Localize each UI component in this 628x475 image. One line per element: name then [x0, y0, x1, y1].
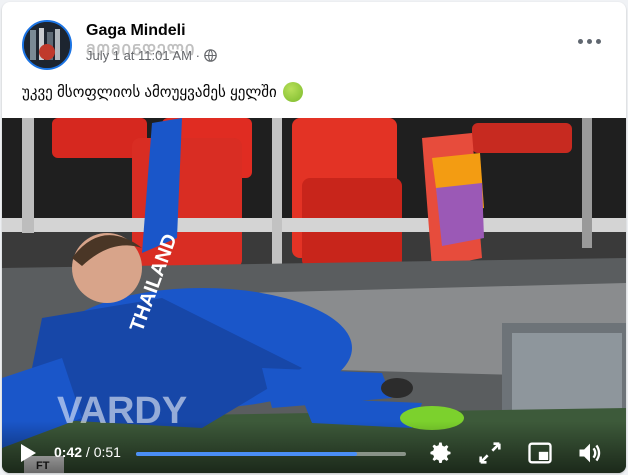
avatar[interactable]	[22, 20, 72, 70]
globe-icon	[204, 49, 217, 62]
more-dot	[595, 38, 601, 44]
video-frame: THAILAND VARDY FT	[2, 118, 626, 473]
nauseated-face-emoji-icon	[282, 82, 303, 102]
picture-in-picture-icon[interactable]	[526, 439, 554, 467]
post-author[interactable]: Gaga Mindeli	[86, 22, 186, 40]
more-options-button[interactable]	[574, 30, 604, 52]
current-time: 0:42	[54, 444, 83, 460]
video-player[interactable]: THAILAND VARDY FT 0:42 / 0:51	[2, 118, 626, 473]
post-card: Gaga Mindeli ᲛᲝᲛᲘᲜᲓᲔᲚᲘ July 1 at 11:01 A…	[2, 2, 626, 473]
fullscreen-expand-icon[interactable]	[476, 439, 504, 467]
play-icon[interactable]	[16, 441, 40, 465]
gear-icon[interactable]	[426, 439, 454, 467]
video-time: 0:42 / 0:51	[54, 444, 121, 460]
progress-fill	[136, 452, 358, 456]
more-dot	[586, 38, 592, 44]
progress-bar[interactable]	[136, 452, 406, 456]
avatar-image	[24, 22, 70, 68]
video-controls: 0:42 / 0:51	[2, 421, 626, 473]
caption-text: უკვე მსოფლიოს ამოუყვამეს ყელში	[22, 84, 277, 101]
post-header: Gaga Mindeli ᲛᲝᲛᲘᲜᲓᲔᲚᲘ July 1 at 11:01 A…	[2, 2, 626, 78]
duration: / 0:51	[85, 444, 121, 460]
post-meta: July 1 at 11:01 AM ·	[86, 48, 217, 63]
volume-icon[interactable]	[576, 439, 604, 467]
more-dot	[577, 38, 583, 44]
post-timestamp[interactable]: July 1 at 11:01 AM ·	[86, 48, 200, 63]
post-caption: უკვე მსოფლიოს ამოუყვამეს ყელში	[22, 82, 303, 102]
